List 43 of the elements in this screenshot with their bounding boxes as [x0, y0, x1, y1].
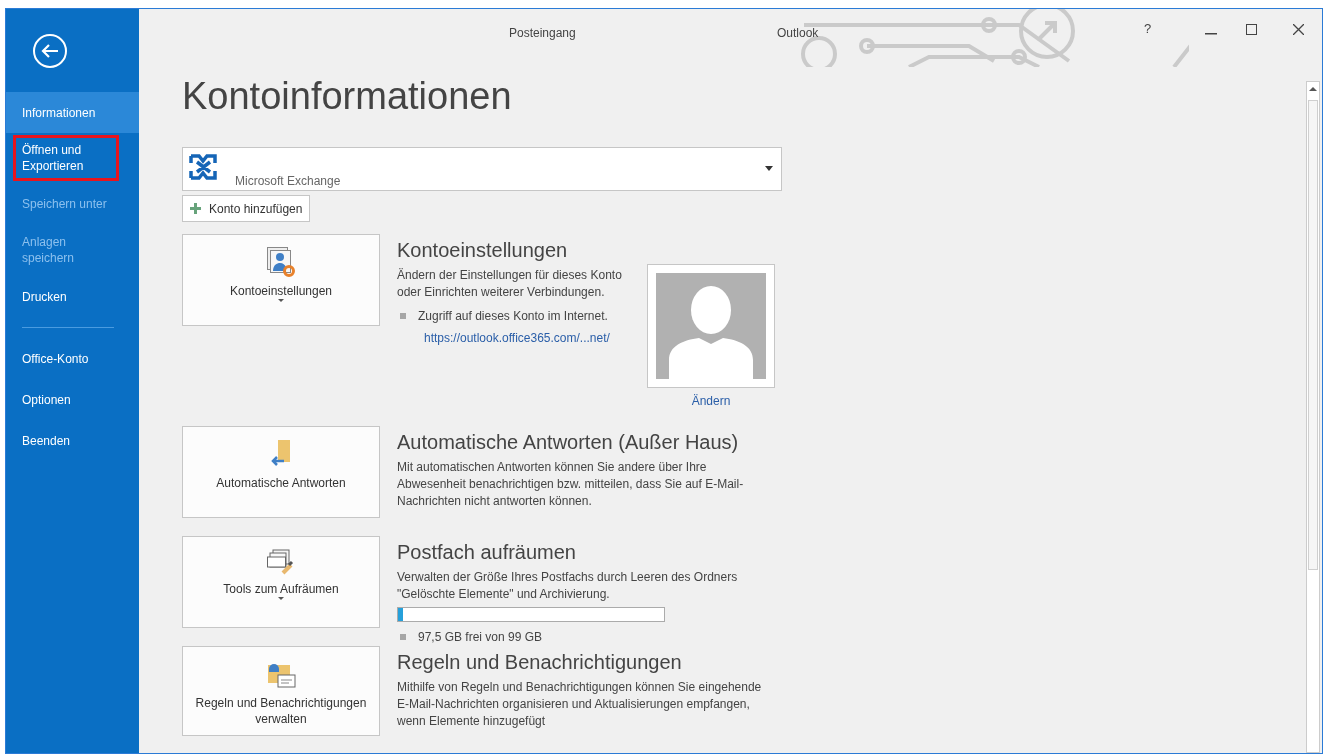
dropdown-caret-icon [278, 597, 284, 600]
account-link[interactable]: https://outlook.office365.com/...net/ [424, 329, 637, 347]
section-title: Automatische Antworten (Außer Haus) [397, 430, 740, 454]
back-icon[interactable] [32, 32, 68, 69]
close-icon[interactable] [1293, 24, 1304, 35]
sidebar-item[interactable]: Drucken [16, 284, 116, 309]
add-account-button[interactable]: Konto hinzufügen [182, 195, 311, 222]
sidebar-item[interactable]: Optionen [16, 387, 116, 412]
minimize-icon[interactable] [1205, 33, 1217, 35]
section-description: Ändern der Einstellungen für dieses Konto oder Einrichten weiterer Verbindungen. [397, 267, 623, 301]
window-title: Outlook [777, 25, 819, 42]
scrollbar[interactable] [1306, 81, 1320, 753]
plus-icon [190, 203, 201, 214]
dropdown-caret-icon [765, 166, 773, 171]
cleanup-tools-icon [267, 549, 295, 575]
maximize-icon[interactable] [1246, 24, 1257, 35]
bullet-icon [400, 313, 406, 319]
help-button[interactable]: ? [1144, 19, 1152, 39]
bullet-text: 97,5 GB frei von 99 GB [418, 629, 543, 646]
section-button[interactable]: Automatische Antworten [182, 426, 380, 518]
section-description: Verwalten der Größe Ihres Postfachs durch Leeren des Ordners "Gelöschte Elemente" und Archivierung. [397, 569, 739, 603]
section-button[interactable]: Tools zum Aufräumen [182, 536, 380, 628]
bullet-icon [400, 634, 406, 640]
section-description: Mit automatischen Antworten können Sie andere über Ihre Abwesenheit benachrichtigen bzw. mitteilen, dass Sie auf E-Mail-Nachrichten nicht antworten können. [397, 459, 745, 510]
account-settings-icon [267, 247, 295, 277]
page-title: Kontoinformationen [182, 77, 512, 115]
section-title: Postfach aufräumen [397, 540, 577, 564]
profile-placeholder-icon [655, 272, 767, 380]
sidebar-item[interactable]: Beenden [16, 428, 116, 453]
folder-title: Posteingang [509, 25, 576, 42]
section-title: Regeln und Benachrichtigungen [397, 650, 683, 674]
exchange-logo-icon [188, 153, 219, 181]
section-title: Kontoeinstellungen [397, 238, 569, 262]
sidebar-item[interactable]: Office-Konto [16, 346, 116, 371]
account-dropdown[interactable]: Microsoft Exchange [182, 147, 782, 191]
section-button[interactable]: Kontoeinstellungen [182, 234, 380, 326]
change-photo-link[interactable]: Ändern [691, 392, 731, 410]
sidebar-item[interactable]: Öffnen und Exportieren [16, 138, 116, 178]
bullet-text: Zugriff auf dieses Konto im Internet. [418, 308, 608, 325]
dropdown-caret-icon [278, 299, 284, 302]
section-description: Mithilfe von Regeln und Benachrichtigungen können Sie eingehende E-Mail-Nachrichten organisieren und Aktualisierungen empfangen, wenn Elemente hinzugefügt [397, 679, 763, 730]
account-name: Microsoft Exchange [235, 173, 341, 190]
section-button[interactable]: Regeln und Benachrichtigungen verwalten [182, 646, 380, 736]
